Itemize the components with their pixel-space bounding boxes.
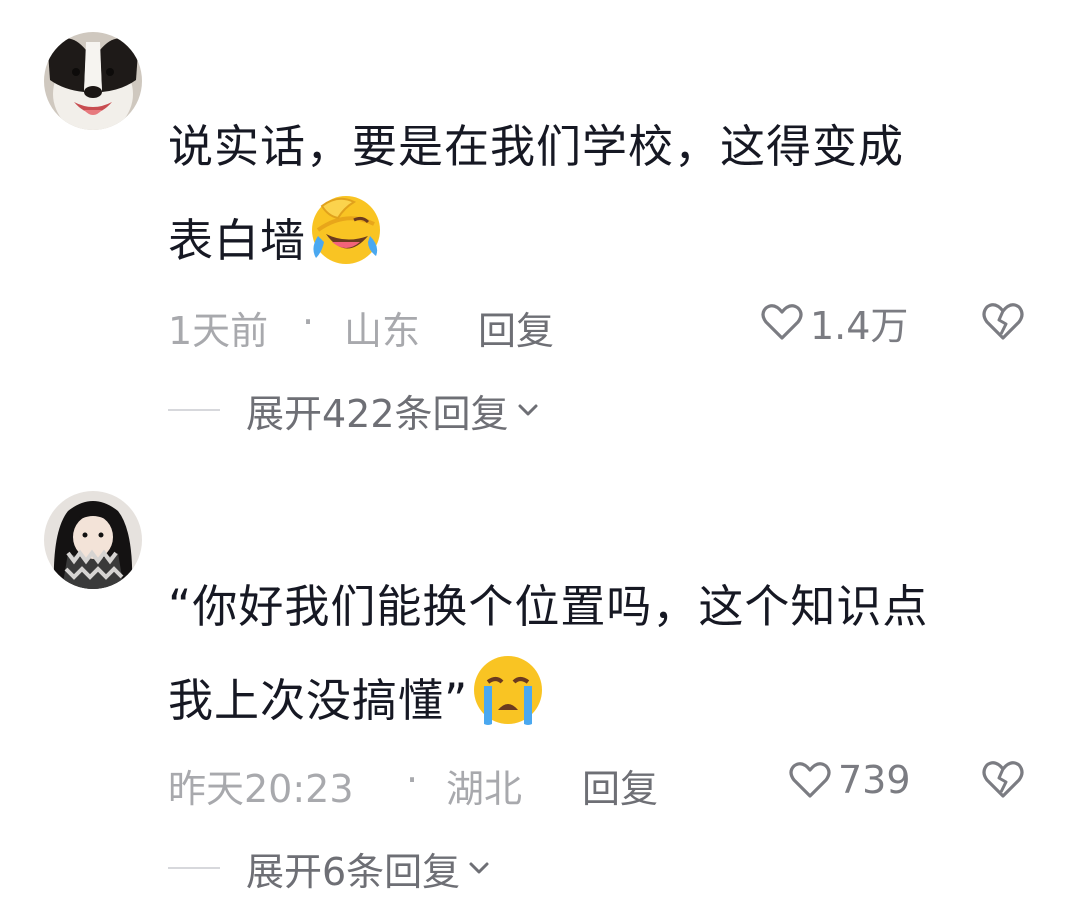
expand-replies-button[interactable]: 展开422条回复 [168, 380, 541, 440]
comment-meta: 1天前 · 山东 回复 1.4万 [168, 292, 1048, 355]
comment-location: 山东 [344, 309, 421, 353]
like-button[interactable]: 739 [788, 750, 911, 810]
dog-avatar-icon [44, 32, 142, 130]
meta-separator: · [302, 300, 315, 344]
comment-text-line: 表白墙 [168, 192, 1048, 298]
like-count: 739 [838, 758, 911, 802]
meta-separator: · [406, 758, 419, 802]
avatar[interactable] [44, 491, 142, 589]
comment-text: 说实话，要是在我们学校，这得变成 表白墙 [168, 102, 1048, 298]
comment-text-line: 我上次没搞懂” [168, 652, 1048, 758]
comment-text-end: 我上次没搞懂” [168, 674, 469, 727]
reply-button[interactable]: 回复 [478, 300, 554, 355]
broken-heart-icon [982, 303, 1024, 340]
comment-text: “你好我们能换个位置吗，这个知识点 我上次没搞懂” [168, 562, 1048, 758]
expand-replies-label: 展开422条回复 [246, 391, 509, 436]
laughing-crying-emoji-icon [308, 192, 384, 298]
like-button[interactable]: 1.4万 [760, 292, 908, 352]
expand-replies-label: 展开6条回复 [246, 849, 461, 894]
comment-text-end: 表白墙 [168, 214, 307, 267]
heart-outline-icon [761, 304, 803, 340]
chevron-down-icon [469, 862, 489, 874]
comment-text-line: 说实话，要是在我们学校，这得变成 [168, 120, 905, 173]
comment-location: 湖北 [446, 767, 523, 811]
expand-replies-button[interactable]: 展开6条回复 [168, 838, 492, 898]
girl-scarf-avatar-icon [44, 491, 142, 589]
broken-heart-icon [982, 761, 1024, 798]
comment-time: 昨天20:23 [168, 767, 354, 811]
comment-time: 1天前 [168, 309, 269, 353]
divider [168, 867, 220, 869]
avatar[interactable] [44, 32, 142, 130]
divider [168, 409, 220, 411]
like-count: 1.4万 [810, 303, 909, 348]
dislike-button[interactable] [980, 298, 1026, 353]
dislike-button[interactable] [980, 756, 1026, 811]
comment-meta: 昨天20:23 · 湖北 回复 739 [168, 750, 1048, 813]
heart-outline-icon [789, 762, 831, 798]
chevron-down-icon [518, 404, 538, 416]
comment-text-line: “你好我们能换个位置吗，这个知识点 [168, 580, 929, 633]
reply-button[interactable]: 回复 [582, 758, 658, 813]
crying-emoji-icon [470, 652, 546, 758]
